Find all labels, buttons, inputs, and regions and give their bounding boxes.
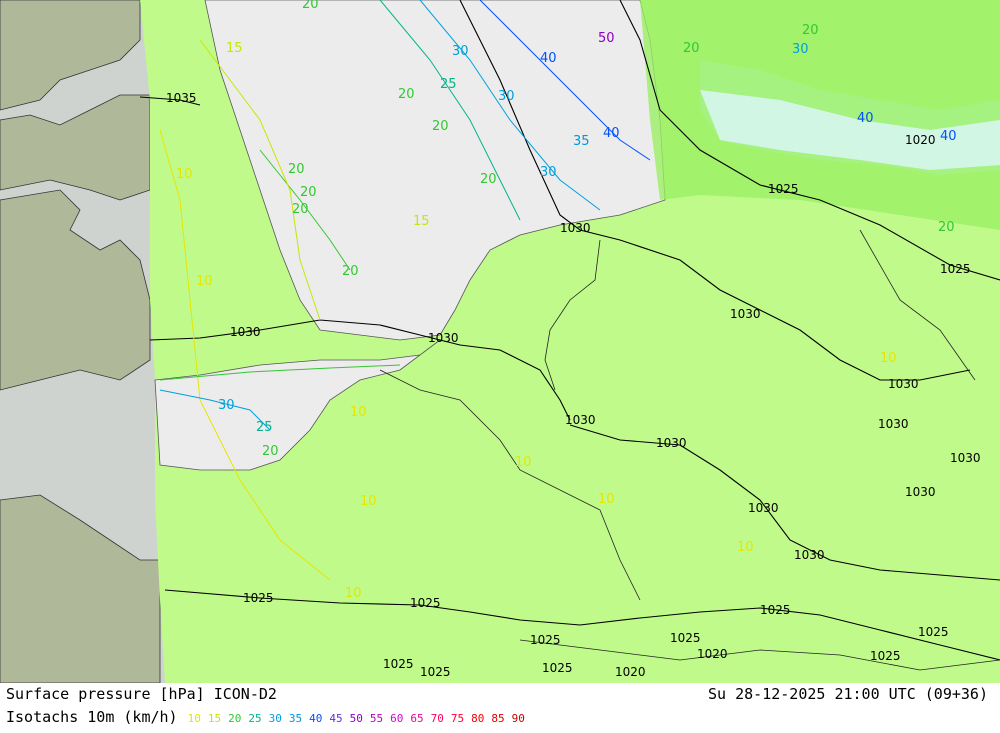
legend-value: 60: [390, 712, 404, 725]
pressure-label: 1025: [542, 661, 573, 675]
isotach-label: 20: [342, 264, 359, 279]
pressure-label: 1020: [615, 665, 646, 679]
pressure-label: 1025: [940, 262, 971, 276]
pressure-label: 1030: [230, 325, 261, 339]
isotach-label: 20: [938, 220, 955, 235]
isotach-label: 20: [300, 185, 317, 200]
isotach-label: 20: [802, 23, 819, 38]
pressure-label: 1020: [905, 133, 936, 147]
isotach-label: 35: [573, 134, 590, 149]
legend-value: 70: [430, 712, 444, 725]
pressure-label: 1030: [905, 485, 936, 499]
pressure-label: 1030: [565, 413, 596, 427]
isotach-label: 20: [262, 444, 279, 459]
isotach-label: 40: [940, 129, 957, 144]
legend-value: 35: [288, 712, 303, 725]
pressure-label: 1025: [760, 603, 791, 617]
pressure-label: 1030: [730, 307, 761, 321]
map-footer: Surface pressure [hPa] ICON-D2 Su 28-12-…: [0, 683, 1000, 733]
isotach-label: 15: [226, 41, 243, 56]
isotach-label: 20: [288, 162, 305, 177]
isotach-label: 10: [360, 494, 377, 509]
pressure-label: 1025: [918, 625, 949, 639]
isotach-label: 10: [515, 455, 532, 470]
isotach-label: 15: [413, 214, 430, 229]
weather-map: 1035 1030 1030 1030 1030 1030 1030 1030 …: [0, 0, 1000, 683]
legend-value: 30: [268, 712, 282, 725]
isotach-label: 20: [292, 202, 309, 217]
isotach-label: 20: [398, 87, 415, 102]
isotach-label: 50: [598, 31, 615, 46]
isotach-label: 25: [440, 77, 457, 92]
isotach-label: 25: [256, 420, 273, 435]
isotach-label: 30: [540, 165, 557, 180]
isotach-label: 20: [480, 172, 497, 187]
isotach-label: 10: [598, 492, 615, 507]
isotach-label: 10: [176, 167, 193, 182]
isotach-label: 20: [683, 41, 700, 56]
isotach-label: 10: [350, 405, 367, 420]
pressure-label: 1025: [243, 591, 274, 605]
pressure-label: 1030: [656, 436, 687, 450]
isotach-label: 10: [345, 586, 362, 601]
legend-value: 50: [349, 712, 363, 725]
pressure-label: 1025: [530, 633, 561, 647]
pressure-label: 1035: [166, 91, 197, 105]
legend-value: 45: [329, 712, 343, 725]
pressure-label: 1025: [768, 182, 799, 196]
isotach-label: 30: [218, 398, 235, 413]
pressure-label: 1025: [670, 631, 701, 645]
pressure-label: 1025: [870, 649, 901, 663]
valid-time: Su 28-12-2025 21:00 UTC (09+36): [708, 685, 988, 703]
legend-value: 85: [491, 712, 505, 725]
legend-values: 10 15 20 25 30 35 40 45 50 55 60 65 70 75 80 85 90: [188, 712, 532, 725]
legend-value: 75: [450, 712, 465, 725]
legend-value: 10: [187, 712, 201, 725]
isotach-label: 10: [737, 540, 754, 555]
isotach-label: 30: [452, 44, 469, 59]
pressure-label: 1025: [420, 665, 451, 679]
legend-value: 55: [369, 712, 384, 725]
pressure-label: 1030: [878, 417, 909, 431]
pressure-label: 1025: [410, 596, 441, 610]
legend-value: 25: [248, 712, 262, 725]
pressure-label: 1020: [697, 647, 728, 661]
legend-label: Isotachs 10m (km/h): [6, 708, 178, 726]
pressure-label: 1030: [560, 221, 591, 235]
isotach-label: 30: [498, 89, 515, 104]
pressure-label: 1030: [794, 548, 825, 562]
isotach-label: 20: [432, 119, 449, 134]
isotach-label: 40: [857, 111, 874, 126]
map-title: Surface pressure [hPa] ICON-D2: [6, 685, 277, 703]
legend-row: Isotachs 10m (km/h) 10 15 20 25 30 35 40 45 50 55 6…: [6, 708, 532, 726]
legend-value: 65: [410, 712, 424, 725]
legend-value: 20: [228, 712, 242, 725]
isotach-label: 10: [880, 351, 897, 366]
pressure-label: 1030: [748, 501, 779, 515]
legend-value: 80: [471, 712, 485, 725]
isotach-label: 20: [302, 0, 319, 12]
isotach-label: 30: [792, 42, 809, 57]
legend-value: 90: [511, 712, 525, 725]
isotach-label: 10: [196, 274, 213, 289]
legend-value: 15: [207, 712, 222, 725]
pressure-label: 1030: [428, 331, 459, 345]
isotach-label: 40: [603, 126, 620, 141]
pressure-label: 1030: [888, 377, 919, 391]
legend-value: 40: [309, 712, 323, 725]
pressure-label: 1030: [950, 451, 981, 465]
isotach-label: 40: [540, 51, 557, 66]
pressure-label: 1025: [383, 657, 414, 671]
